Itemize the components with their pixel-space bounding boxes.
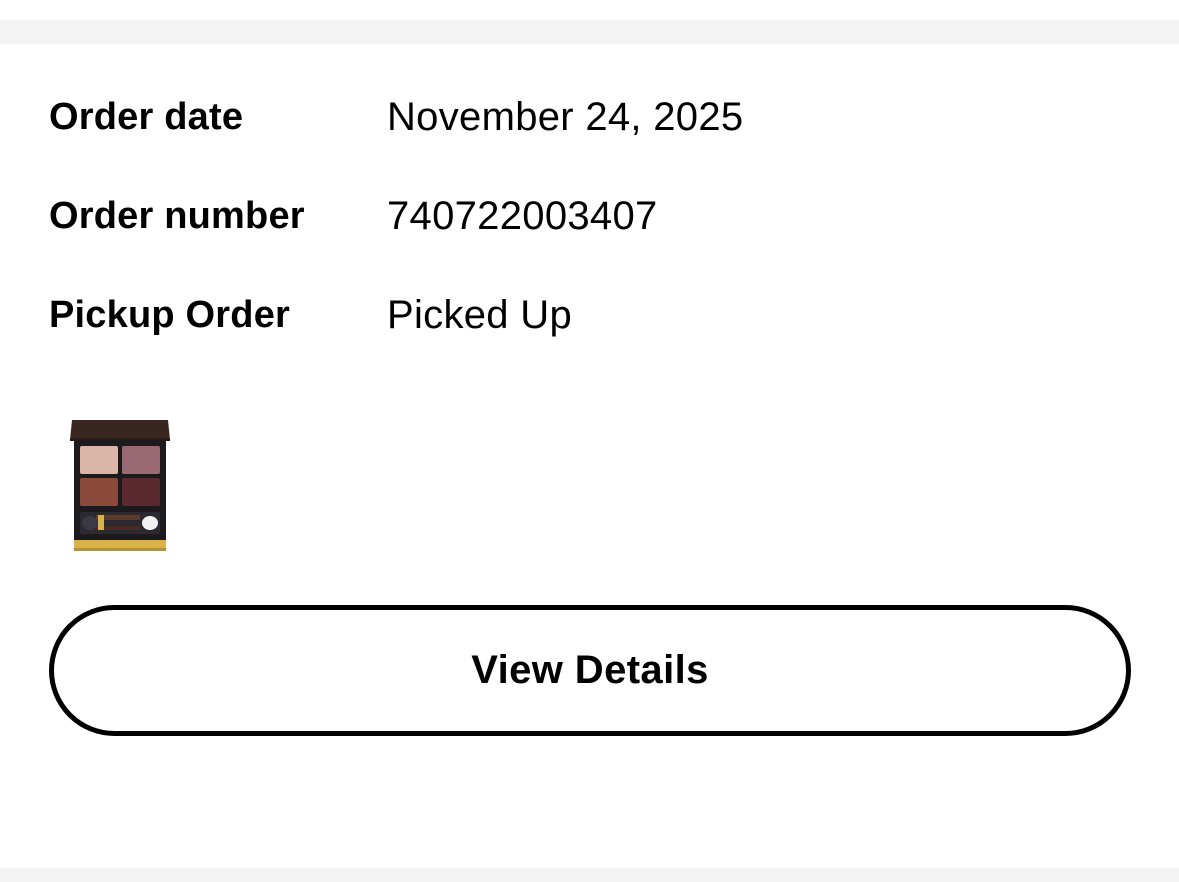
top-separator: [0, 20, 1179, 44]
view-details-button[interactable]: View Details: [49, 605, 1131, 736]
order-number-value: 740722003407: [387, 193, 658, 238]
pickup-order-status: Picked Up: [387, 292, 573, 337]
eyeshadow-palette-icon: [70, 420, 170, 551]
pickup-order-label: Pickup Order: [49, 293, 291, 336]
product-thumbnail[interactable]: [66, 414, 174, 558]
pickup-order-row: Pickup Order Picked Up: [49, 290, 572, 340]
order-card: Order date November 24, 2025 Order numbe…: [0, 44, 1179, 868]
order-date-row: Order date November 24, 2025: [49, 92, 743, 142]
view-details-label: View Details: [471, 648, 709, 692]
order-number-label: Order number: [49, 194, 305, 237]
order-date-value: November 24, 2025: [387, 94, 744, 139]
order-number-row: Order number 740722003407: [49, 191, 658, 241]
bottom-separator: [0, 868, 1179, 882]
order-history-screen: Order date November 24, 2025 Order numbe…: [0, 0, 1179, 882]
order-date-label: Order date: [49, 95, 244, 138]
